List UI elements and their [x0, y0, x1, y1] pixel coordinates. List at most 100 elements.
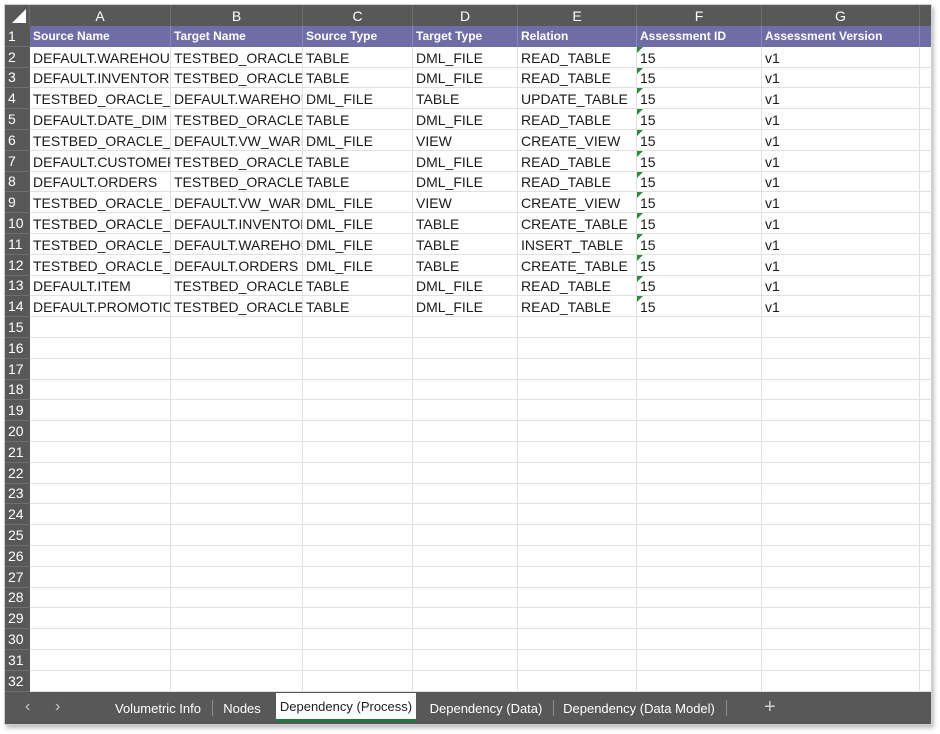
- empty-cell[interactable]: [303, 338, 413, 359]
- data-cell[interactable]: DML_FILE: [303, 254, 413, 276]
- empty-cell[interactable]: [637, 421, 762, 442]
- empty-cell[interactable]: [637, 504, 762, 526]
- data-cell[interactable]: 15: [637, 46, 762, 68]
- empty-cell[interactable]: [920, 317, 931, 338]
- empty-cell[interactable]: [171, 650, 303, 671]
- empty-cell[interactable]: [518, 442, 637, 463]
- empty-cell[interactable]: [920, 588, 931, 609]
- row-header[interactable]: 2: [5, 46, 30, 68]
- empty-cell[interactable]: [518, 317, 637, 338]
- empty-cell[interactable]: [413, 670, 518, 692]
- empty-cell[interactable]: [303, 525, 413, 546]
- header-cell[interactable]: Source Type: [303, 26, 413, 47]
- empty-cell[interactable]: [920, 525, 931, 546]
- data-cell[interactable]: DML_FILE: [413, 67, 518, 89]
- data-cell[interactable]: DEFAULT.WAREHOUSI: [30, 46, 171, 68]
- data-cell[interactable]: DEFAULT.DATE_DIM: [30, 109, 171, 130]
- empty-cell[interactable]: [303, 566, 413, 588]
- header-cell[interactable]: Relation: [518, 26, 637, 47]
- column-header-a[interactable]: A: [30, 5, 171, 26]
- empty-cell[interactable]: [762, 629, 920, 650]
- empty-cell[interactable]: [920, 192, 931, 214]
- empty-cell[interactable]: [920, 255, 931, 276]
- empty-cell[interactable]: [171, 400, 303, 422]
- empty-cell[interactable]: [518, 379, 637, 401]
- data-cell[interactable]: READ_TABLE: [518, 275, 637, 297]
- data-cell[interactable]: DML_FILE: [303, 192, 413, 214]
- row-header[interactable]: 12: [5, 254, 30, 276]
- empty-cell[interactable]: [303, 546, 413, 567]
- row-header[interactable]: 30: [5, 629, 30, 650]
- empty-cell[interactable]: [413, 421, 518, 442]
- data-cell[interactable]: TESTBED_ORACLE_D: [171, 150, 303, 172]
- empty-cell[interactable]: [413, 566, 518, 588]
- empty-cell[interactable]: [171, 338, 303, 359]
- empty-cell[interactable]: [413, 338, 518, 359]
- empty-cell[interactable]: [920, 130, 931, 151]
- row-header[interactable]: 6: [5, 130, 30, 151]
- data-cell[interactable]: TESTBED_ORACLE_DM: [30, 88, 171, 110]
- empty-cell[interactable]: [518, 338, 637, 359]
- empty-cell[interactable]: [303, 587, 413, 609]
- data-cell[interactable]: DEFAULT.WAREHOU: [171, 234, 303, 255]
- empty-cell[interactable]: [171, 566, 303, 588]
- data-cell[interactable]: 15: [637, 171, 762, 193]
- data-cell[interactable]: DML_FILE: [413, 275, 518, 297]
- empty-cell[interactable]: [920, 671, 931, 692]
- empty-cell[interactable]: [30, 546, 171, 567]
- data-cell[interactable]: DEFAULT.WAREHOU: [171, 88, 303, 110]
- empty-cell[interactable]: [920, 504, 931, 526]
- data-cell[interactable]: 15: [637, 296, 762, 318]
- column-header-c[interactable]: C: [303, 5, 413, 26]
- data-cell[interactable]: DEFAULT.ORDERS: [171, 254, 303, 276]
- data-cell[interactable]: READ_TABLE: [518, 150, 637, 172]
- data-cell[interactable]: DEFAULT.ITEM: [30, 275, 171, 297]
- data-cell[interactable]: TABLE: [303, 67, 413, 89]
- data-cell[interactable]: TESTBED_ORACLE_D: [171, 171, 303, 193]
- next-sheet-icon[interactable]: ›: [55, 698, 60, 716]
- row-header[interactable]: 8: [5, 171, 30, 193]
- empty-cell[interactable]: [518, 358, 637, 380]
- empty-cell[interactable]: [30, 629, 171, 650]
- empty-cell[interactable]: [413, 650, 518, 671]
- data-cell[interactable]: VIEW: [413, 192, 518, 214]
- empty-cell[interactable]: [762, 421, 920, 442]
- empty-cell[interactable]: [171, 629, 303, 650]
- data-cell[interactable]: DEFAULT.VW_WAREI: [171, 192, 303, 214]
- empty-cell[interactable]: [637, 462, 762, 484]
- data-cell[interactable]: READ_TABLE: [518, 109, 637, 130]
- header-cell[interactable]: Assessment Version: [762, 26, 920, 47]
- empty-cell[interactable]: [518, 421, 637, 442]
- row-header[interactable]: 7: [5, 150, 30, 172]
- row-header[interactable]: 15: [5, 317, 30, 338]
- tab-volumetric-info[interactable]: Volumetric Info: [105, 692, 211, 724]
- empty-cell[interactable]: [171, 358, 303, 380]
- empty-cell[interactable]: [303, 629, 413, 650]
- data-cell[interactable]: DML_FILE: [413, 171, 518, 193]
- empty-cell[interactable]: [920, 400, 931, 422]
- row-header[interactable]: 22: [5, 462, 30, 484]
- data-cell[interactable]: READ_TABLE: [518, 296, 637, 318]
- row-header[interactable]: 25: [5, 525, 30, 546]
- data-cell[interactable]: TESTBED_ORACLE_DM: [30, 213, 171, 234]
- empty-cell[interactable]: [30, 504, 171, 526]
- empty-cell[interactable]: [920, 68, 931, 89]
- empty-cell[interactable]: [637, 358, 762, 380]
- empty-cell[interactable]: [518, 629, 637, 650]
- data-cell[interactable]: DML_FILE: [303, 88, 413, 110]
- data-cell[interactable]: READ_TABLE: [518, 171, 637, 193]
- empty-cell[interactable]: [762, 338, 920, 359]
- data-cell[interactable]: 15: [637, 234, 762, 255]
- data-cell[interactable]: TESTBED_ORACLE_DM: [30, 254, 171, 276]
- empty-cell[interactable]: [413, 317, 518, 338]
- data-cell[interactable]: TESTBED_ORACLE_D: [171, 296, 303, 318]
- empty-cell[interactable]: [762, 525, 920, 546]
- data-cell[interactable]: VIEW: [413, 130, 518, 151]
- row-header[interactable]: 29: [5, 608, 30, 630]
- empty-cell[interactable]: [762, 462, 920, 484]
- data-cell[interactable]: v1: [762, 234, 920, 255]
- empty-cell[interactable]: [171, 483, 303, 505]
- empty-cell[interactable]: [30, 400, 171, 422]
- data-cell[interactable]: 15: [637, 213, 762, 234]
- data-cell[interactable]: TESTBED_ORACLE_D: [171, 275, 303, 297]
